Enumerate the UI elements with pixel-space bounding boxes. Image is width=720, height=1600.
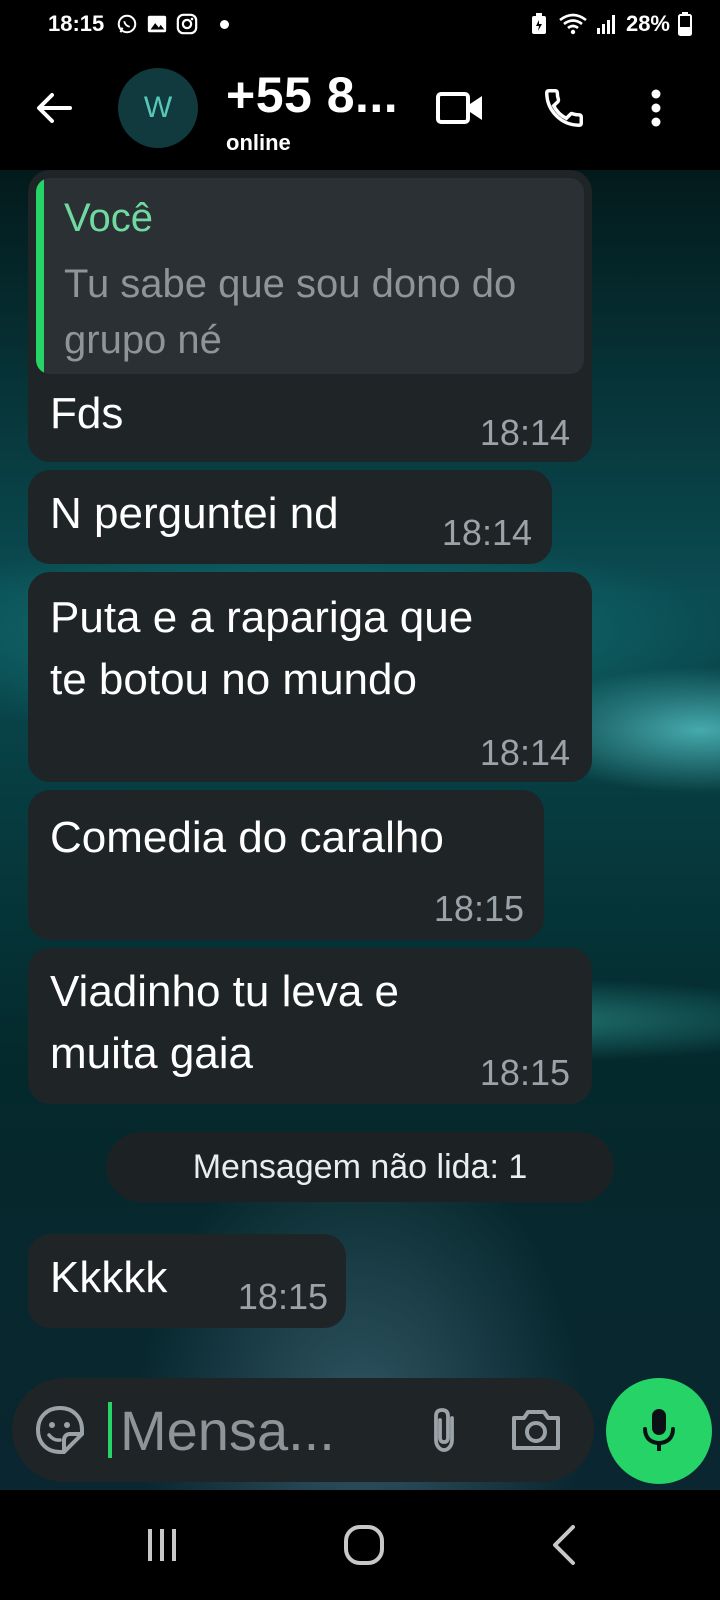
message-bubble[interactable]: Puta e a rapariga que te botou no mundo …: [28, 572, 592, 782]
wifi-icon: [558, 13, 588, 35]
status-time: 18:15: [48, 11, 105, 36]
status-system-icons: 28%: [528, 11, 692, 37]
message-time: 18:14: [441, 512, 532, 553]
quoted-message[interactable]: Você Tu sabe que sou dono do grupo né: [36, 178, 584, 374]
voice-call-icon: [545, 89, 583, 127]
message-text-line: te botou no mundo: [50, 655, 417, 704]
more-options-button[interactable]: [632, 82, 680, 134]
gallery-icon: [146, 13, 168, 35]
contact-name[interactable]: +55 8...: [226, 66, 398, 124]
battery-saver-icon: [528, 13, 550, 35]
message-composer: [12, 1378, 594, 1482]
notification-dot: [220, 19, 230, 29]
message-text-line: Puta e a rapariga que: [50, 593, 474, 642]
message-time: 18:15: [237, 1276, 328, 1317]
chat-messages[interactable]: Você Tu sabe que sou dono do grupo né Fd…: [0, 170, 720, 1490]
message-time: 18:14: [479, 412, 570, 453]
avatar[interactable]: W: [118, 68, 198, 148]
message-input[interactable]: [120, 1398, 410, 1462]
video-call-icon: [436, 92, 482, 124]
chat-header: W +55 8... online: [0, 48, 720, 170]
video-call-button[interactable]: [434, 82, 486, 134]
mic-button[interactable]: [606, 1378, 712, 1484]
battery-percent: 28%: [625, 11, 670, 36]
message-text-line: muita gaia: [50, 1029, 254, 1078]
message-bubble[interactable]: N perguntei nd 18:14: [28, 470, 552, 564]
attach-button[interactable]: [420, 1404, 472, 1456]
status-notification-icons: [116, 13, 230, 35]
unread-divider: Mensagem não lida: 1: [106, 1132, 614, 1202]
voice-call-button[interactable]: [538, 82, 590, 134]
message-time: 18:15: [433, 888, 524, 929]
message-bubble[interactable]: Kkkkk 18:15: [28, 1234, 346, 1328]
quote-text: Tu sabe que sou dono do grupo né: [64, 262, 517, 362]
avatar-initial: W: [143, 91, 173, 124]
message-time: 18:15: [479, 1052, 570, 1093]
message-text: N perguntei nd: [50, 489, 339, 538]
message-text: Fds: [50, 389, 124, 438]
recent-apps-icon: [148, 1529, 176, 1561]
emoji-icon: [35, 1405, 84, 1454]
more-vert-icon: [651, 89, 661, 127]
text-cursor: [108, 1402, 112, 1458]
whatsapp-icon: [116, 13, 138, 35]
nav-back-icon: [553, 1525, 575, 1565]
status-bar: 18:15 28%: [0, 0, 720, 48]
recent-apps-button[interactable]: [132, 1518, 192, 1572]
back-arrow-icon: [37, 93, 72, 123]
camera-button[interactable]: [508, 1404, 568, 1456]
attach-icon: [434, 1408, 454, 1452]
message-text-line: Viadinho tu leva e: [50, 967, 400, 1016]
quote-author: Você: [64, 196, 153, 240]
home-icon: [344, 1525, 384, 1565]
camera-icon: [512, 1410, 560, 1450]
message-text: Kkkkk: [50, 1253, 168, 1302]
nav-back-button[interactable]: [534, 1518, 594, 1572]
message-bubble[interactable]: Viadinho tu leva e muita gaia 18:15: [28, 948, 592, 1104]
back-button[interactable]: [32, 86, 76, 130]
quote-accent-bar: [36, 178, 44, 374]
mic-icon: [643, 1409, 675, 1451]
instagram-icon: [176, 13, 198, 35]
emoji-button[interactable]: [34, 1404, 86, 1456]
system-nav-bar: [0, 1490, 720, 1600]
message-text: Comedia do caralho: [50, 813, 444, 862]
battery-icon: [678, 12, 692, 36]
message-bubble[interactable]: Você Tu sabe que sou dono do grupo né Fd…: [28, 170, 592, 462]
contact-status: online: [226, 130, 291, 155]
message-time: 18:14: [479, 732, 570, 773]
home-button[interactable]: [334, 1518, 394, 1572]
signal-icon: [596, 13, 618, 35]
message-bubble[interactable]: Comedia do caralho 18:15: [28, 790, 544, 940]
